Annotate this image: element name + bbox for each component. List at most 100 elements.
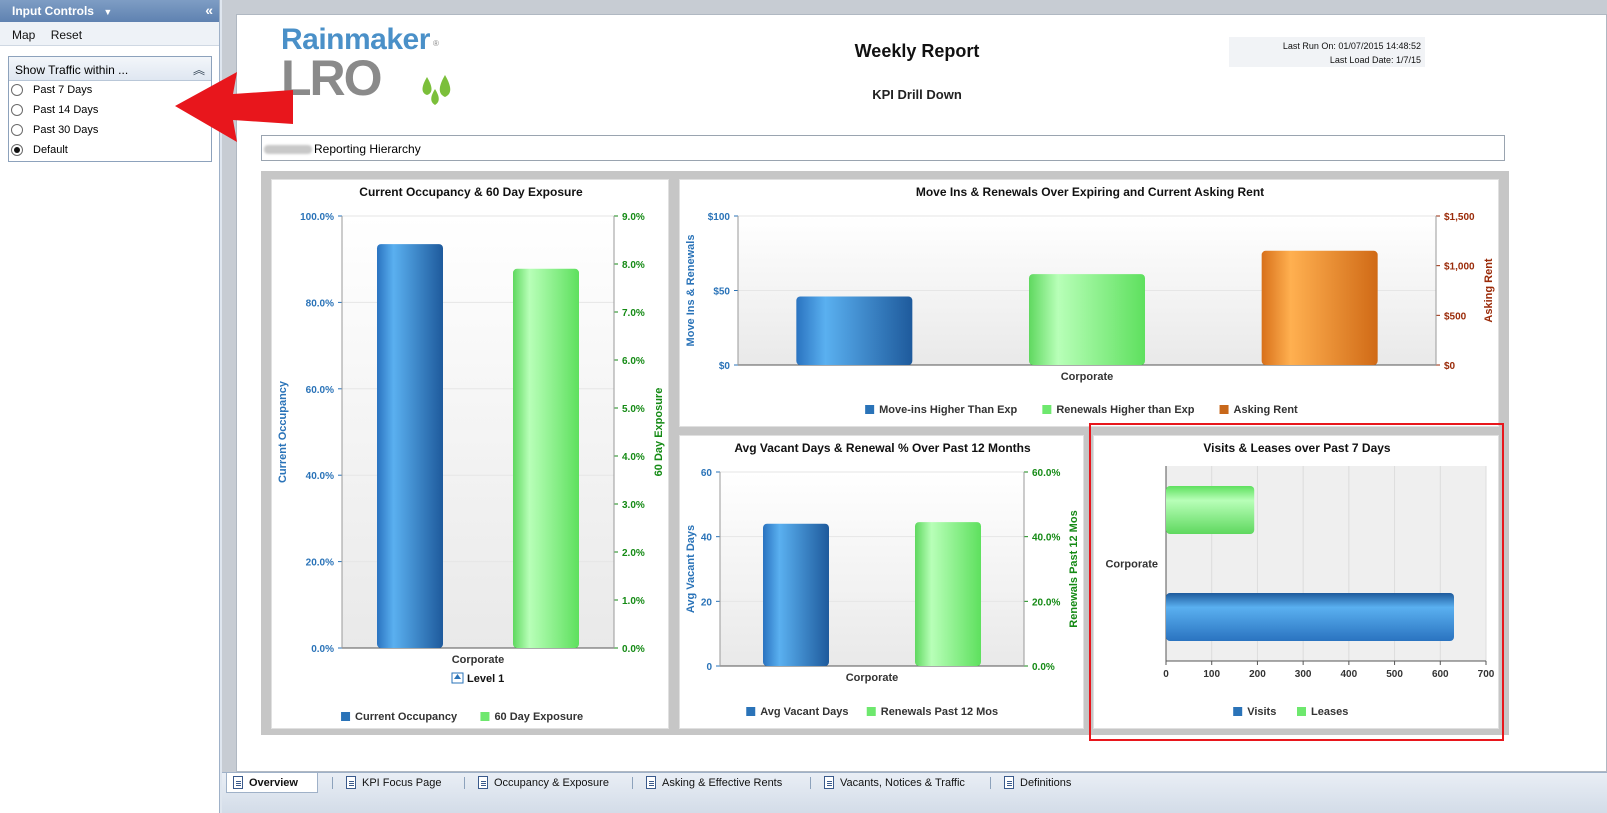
y2-tick-label: $1,500 [1444, 212, 1475, 223]
last-load-text: Last Load Date: 1/7/15 [1329, 55, 1421, 65]
move-ins-renewals-chart-panel: Move Ins & Renewals Over Expiring and Cu… [679, 179, 1499, 427]
tab-label: Occupancy & Exposure [494, 777, 609, 789]
tab-overview[interactable]: Overview [226, 773, 318, 793]
document-icon [1004, 776, 1014, 789]
y2-tick-label: 0.0% [622, 644, 645, 655]
y-tick-label: 80.0% [306, 298, 334, 309]
tab-separator [464, 777, 465, 789]
annotation-red-arrow-icon [175, 72, 293, 142]
bar [915, 522, 981, 666]
radio-label: Past 7 Days [33, 84, 93, 96]
bar [1261, 250, 1378, 365]
y2-tick-label: 3.0% [622, 500, 645, 511]
y-axis-label: Avg Vacant Days [685, 525, 697, 613]
y-tick-label: 20.0% [306, 558, 334, 569]
legend-swatch [746, 707, 756, 716]
y2-tick-label: 2.0% [622, 548, 645, 559]
bar [377, 244, 443, 648]
radio-label: Past 14 Days [33, 104, 99, 116]
bar [513, 268, 579, 648]
reset-button[interactable]: Reset [51, 28, 82, 42]
y2-tick-label: 5.0% [622, 404, 645, 415]
radio-button-icon[interactable] [11, 104, 23, 116]
y2-tick-label: 1.0% [622, 596, 645, 607]
legend-label: Renewals Past 12 Mos [881, 706, 998, 718]
y-tick-label: 40.0% [306, 471, 334, 482]
vacant-days-renewal-chart-panel: Avg Vacant Days & Renewal % Over Past 12… [679, 435, 1084, 729]
y-tick-label: 20 [701, 597, 713, 608]
legend-label: Move-ins Higher Than Exp [879, 404, 1017, 416]
tab-kpi-focus-page[interactable]: KPI Focus Page [340, 773, 452, 793]
x-category-label: Corporate [846, 672, 899, 684]
y-tick-label: $100 [708, 212, 731, 223]
y2-tick-label: 0.0% [1032, 662, 1055, 673]
radio-button-icon[interactable] [11, 124, 23, 136]
y2-axis-label: Renewals Past 12 Mos [1068, 510, 1080, 627]
y2-tick-label: 9.0% [622, 212, 645, 223]
bar [763, 523, 829, 666]
y2-tick-label: 6.0% [622, 356, 645, 367]
y2-tick-label: 60.0% [1032, 468, 1060, 479]
y2-axis-label: Asking Rent [1483, 258, 1495, 323]
tab-separator [332, 777, 333, 789]
y-tick-label: 0 [706, 662, 712, 673]
tab-asking-effective-rents[interactable]: Asking & Effective Rents [640, 773, 800, 793]
radio-button-selected-icon[interactable] [11, 144, 23, 156]
y2-tick-label: 4.0% [622, 452, 645, 463]
last-run-text: Last Run On: 01/07/2015 14:48:52 [1282, 41, 1421, 51]
input-controls-header[interactable]: Input Controls ▼ « [0, 0, 219, 22]
legend-label: 60 Day Exposure [494, 711, 583, 723]
tab-label: Definitions [1020, 777, 1072, 789]
tab-occupancy-exposure[interactable]: Occupancy & Exposure [472, 773, 622, 793]
y2-tick-label: $1,000 [1444, 262, 1475, 273]
y2-axis-label: 60 Day Exposure [653, 388, 665, 477]
tab-definitions[interactable]: Definitions [998, 773, 1088, 793]
tab-label: KPI Focus Page [362, 777, 442, 789]
radio-label: Default [33, 144, 68, 156]
tab-label: Overview [249, 777, 298, 789]
document-icon [233, 776, 243, 789]
document-icon [824, 776, 834, 789]
legend-label: Avg Vacant Days [760, 706, 848, 718]
show-traffic-title: Show Traffic within ... [15, 63, 129, 77]
document-icon [646, 776, 656, 789]
y2-tick-label: 40.0% [1032, 533, 1060, 544]
radio-label: Past 30 Days [33, 124, 99, 136]
legend-label: Renewals Higher than Exp [1056, 404, 1194, 416]
tab-vacants-notices-traffic[interactable]: Vacants, Notices & Traffic [818, 773, 980, 793]
radio-button-icon[interactable] [11, 84, 23, 96]
dropdown-caret-icon[interactable]: ▼ [103, 7, 112, 17]
reporting-hierarchy-bar[interactable]: Reporting Hierarchy [261, 135, 1505, 161]
y-tick-label: $0 [719, 361, 731, 372]
y-tick-label: $50 [713, 287, 730, 298]
redacted-text [264, 145, 312, 155]
report-tab-bar: Overview KPI Focus Page Occupancy & Exposu… [222, 772, 1607, 813]
vacant-days-renewal-chart: Avg Vacant Days & Renewal % Over Past 12… [685, 441, 1080, 718]
radio-default[interactable]: Default [9, 141, 211, 161]
occupancy-exposure-chart: Current Occupancy & 60 Day Exposure 0.0% 2… [277, 185, 665, 723]
y-axis-label: Current Occupancy [277, 380, 289, 483]
y2-tick-label: 8.0% [622, 260, 645, 271]
chart-title: Avg Vacant Days & Renewal % Over Past 12… [734, 441, 1031, 455]
document-icon [346, 776, 356, 789]
legend-swatch [480, 712, 490, 721]
y-tick-label: 100.0% [300, 212, 334, 223]
tab-separator [990, 777, 991, 789]
y-tick-label: 40 [701, 533, 713, 544]
bar [1029, 274, 1145, 365]
run-info-box: Last Run On: 01/07/2015 14:48:52 Last Lo… [1229, 37, 1425, 67]
input-controls-toolbar: Map Reset [0, 22, 219, 46]
map-button[interactable]: Map [12, 28, 35, 42]
legend-swatch [1042, 405, 1052, 414]
legend-label: Current Occupancy [355, 711, 458, 723]
input-controls-title: Input Controls [12, 4, 94, 18]
y-tick-label: 0.0% [311, 644, 334, 655]
bar [796, 296, 913, 365]
collapse-panel-icon[interactable]: « [205, 2, 213, 18]
tab-separator [810, 777, 811, 789]
document-icon [478, 776, 488, 789]
legend-swatch [865, 405, 875, 414]
legend-swatch [341, 712, 351, 721]
legend-label: Asking Rent [1234, 404, 1299, 416]
y2-tick-label: $500 [1444, 311, 1467, 322]
